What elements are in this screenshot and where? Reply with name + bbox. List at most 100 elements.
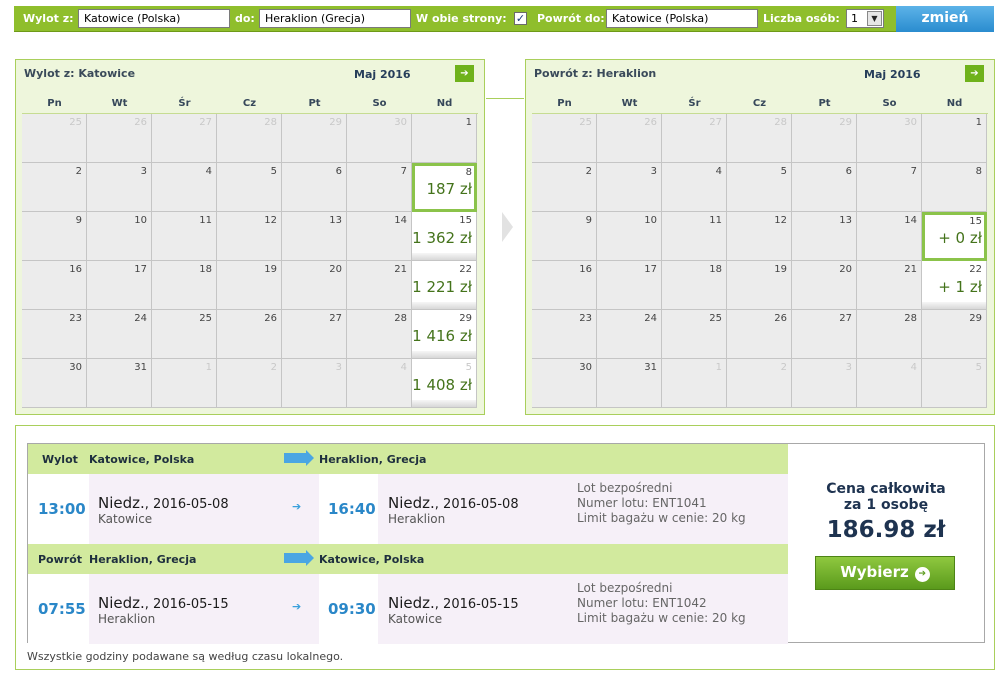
day-number: 19 bbox=[264, 264, 277, 275]
search-bar: Wylot z: Katowice (Polska) do: Heraklion… bbox=[14, 6, 994, 32]
return-week-row: 23 24 25 26 27 28 29 bbox=[532, 310, 988, 359]
arrow-right-icon: ➔ bbox=[292, 500, 302, 513]
chevron-down-icon[interactable]: ▼ bbox=[867, 11, 882, 26]
inbound-arrival-date-value: , 2016-05-15 bbox=[434, 597, 519, 612]
outbound-from: Katowice, Polska bbox=[89, 453, 195, 466]
arrow-right-icon[interactable]: ➔ bbox=[965, 65, 984, 82]
day-number: 24 bbox=[134, 313, 147, 324]
weekday-label: Cz bbox=[242, 98, 257, 109]
outbound-departure-date: Niedz., 2016-05-08 bbox=[98, 494, 229, 512]
outbound-day-cell[interactable]: 8 187 zł bbox=[412, 163, 477, 212]
outbound-day-cell: 20 bbox=[282, 261, 347, 310]
return-day-cell[interactable]: 22 + 1 zł bbox=[922, 261, 987, 310]
return-weekday-header: Pn Wt Śr Cz Pt So Nd bbox=[532, 94, 988, 114]
day-number: 16 bbox=[579, 264, 592, 275]
day-number: 26 bbox=[774, 313, 787, 324]
return-day-cell: 2 bbox=[532, 163, 597, 212]
return-day-cell: 6 bbox=[792, 163, 857, 212]
inbound-direct-flight: Lot bezpośredni bbox=[577, 581, 673, 595]
outbound-day-cell[interactable]: 22 1 221 zł bbox=[412, 261, 477, 310]
day-number: 31 bbox=[134, 362, 147, 373]
day-number: 26 bbox=[644, 117, 657, 128]
return-week-row: 9 10 11 12 13 14 15 + 0 zł bbox=[532, 212, 988, 261]
day-number: 10 bbox=[134, 215, 147, 226]
day-number: 3 bbox=[335, 362, 342, 373]
day-number: 7 bbox=[910, 166, 917, 177]
day-number: 24 bbox=[644, 313, 657, 324]
day-number: 25 bbox=[69, 117, 82, 128]
arrow-right-icon bbox=[284, 450, 314, 466]
choose-button[interactable]: Wybierz ➔ bbox=[815, 556, 955, 590]
return-day-cell: 17 bbox=[597, 261, 662, 310]
return-day-cell: 1 bbox=[662, 359, 727, 408]
from-input[interactable]: Katowice (Polska) bbox=[78, 9, 230, 28]
day-number: 3 bbox=[650, 166, 657, 177]
outbound-week-row: 16 17 18 19 20 21 22 1 221 zł bbox=[22, 261, 478, 310]
outbound-day-cell: 29 bbox=[282, 114, 347, 163]
inbound-arrival-time: 09:30 bbox=[328, 600, 376, 618]
return-day-cell: 16 bbox=[532, 261, 597, 310]
return-week-row: 25 26 27 28 29 30 1 bbox=[532, 114, 988, 163]
outbound-day-cell: 28 bbox=[217, 114, 282, 163]
weekday-label: Cz bbox=[752, 98, 767, 109]
outbound-day-cell: 28 bbox=[347, 310, 412, 359]
persons-select[interactable]: 1 ▼ bbox=[846, 9, 884, 28]
day-number: 26 bbox=[264, 313, 277, 324]
inbound-baggage-limit: Limit bagażu w cenie: 20 kg bbox=[577, 611, 746, 625]
return-calendar-grid: Pn Wt Śr Cz Pt So Nd 25 26 27 28 29 30 1 2 3 4 5 6 7 8 9 10 11 1… bbox=[532, 94, 988, 408]
outbound-calendar-grid: Pn Wt Śr Cz Pt So Nd 25 26 27 28 29 30 1 2 3 4 5 6 7 8 187 zł… bbox=[22, 94, 478, 408]
day-number: 2 bbox=[780, 362, 787, 373]
total-price-label: Cena całkowita za 1 osobę bbox=[788, 481, 984, 513]
inbound-departure-date: Niedz., 2016-05-15 bbox=[98, 594, 229, 612]
outbound-arrival-day: Niedz. bbox=[388, 494, 435, 512]
day-number: 25 bbox=[199, 313, 212, 324]
return-day-cell: 14 bbox=[857, 212, 922, 261]
outbound-day-cell: 24 bbox=[87, 310, 152, 359]
outbound-day-cell[interactable]: 29 1 416 zł bbox=[412, 310, 477, 359]
return-day-cell: 25 bbox=[662, 310, 727, 359]
return-day-cell: 12 bbox=[727, 212, 792, 261]
outbound-day-cell: 4 bbox=[347, 359, 412, 408]
to-input[interactable]: Heraklion (Grecja) bbox=[259, 9, 411, 28]
day-number: 12 bbox=[264, 215, 277, 226]
day-number: 28 bbox=[264, 117, 277, 128]
return-day-cell[interactable]: 15 + 0 zł bbox=[922, 212, 987, 261]
return-day-cell: 3 bbox=[792, 359, 857, 408]
flight-summary-box: Wylot Katowice, Polska Heraklion, Grecja… bbox=[27, 443, 985, 644]
outbound-day-cell: 12 bbox=[217, 212, 282, 261]
calendar-connector bbox=[486, 98, 524, 99]
outbound-day-cell: 19 bbox=[217, 261, 282, 310]
day-price: 187 zł bbox=[426, 180, 472, 198]
day-number: 27 bbox=[329, 313, 342, 324]
arrow-right-icon[interactable]: ➔ bbox=[455, 65, 474, 82]
outbound-day-cell[interactable]: 15 1 362 zł bbox=[412, 212, 477, 261]
day-number: 27 bbox=[709, 117, 722, 128]
outbound-day-cell: 2 bbox=[22, 163, 87, 212]
roundtrip-checkbox[interactable]: ✓ bbox=[514, 12, 527, 25]
return-input[interactable]: Katowice (Polska) bbox=[606, 9, 758, 28]
outbound-day-cell: 11 bbox=[152, 212, 217, 261]
day-number: 16 bbox=[69, 264, 82, 275]
outbound-day-cell: 30 bbox=[22, 359, 87, 408]
return-day-cell: 2 bbox=[727, 359, 792, 408]
day-number: 25 bbox=[579, 117, 592, 128]
price-strip bbox=[412, 253, 476, 260]
day-price: + 1 zł bbox=[938, 278, 982, 296]
day-number: 15 bbox=[969, 216, 982, 227]
change-button[interactable]: zmień bbox=[896, 6, 994, 32]
weekday-label: Śr bbox=[688, 98, 701, 109]
outbound-day-cell: 9 bbox=[22, 212, 87, 261]
return-day-cell: 29 bbox=[922, 310, 987, 359]
day-number: 13 bbox=[329, 215, 342, 226]
day-number: 27 bbox=[199, 117, 212, 128]
outbound-weekday-header: Pn Wt Śr Cz Pt So Nd bbox=[22, 94, 478, 114]
outbound-week-row: 2 3 4 5 6 7 8 187 zł bbox=[22, 163, 478, 212]
arrow-right-icon: ➔ bbox=[914, 567, 930, 582]
inbound-to: Katowice, Polska bbox=[319, 553, 425, 566]
outbound-day-cell[interactable]: 5 1 408 zł bbox=[412, 359, 477, 408]
day-price: 1 362 zł bbox=[412, 229, 472, 247]
return-day-cell: 11 bbox=[662, 212, 727, 261]
persons-label: Liczba osób: bbox=[763, 12, 840, 25]
return-day-cell: 21 bbox=[857, 261, 922, 310]
day-number: 6 bbox=[845, 166, 852, 177]
